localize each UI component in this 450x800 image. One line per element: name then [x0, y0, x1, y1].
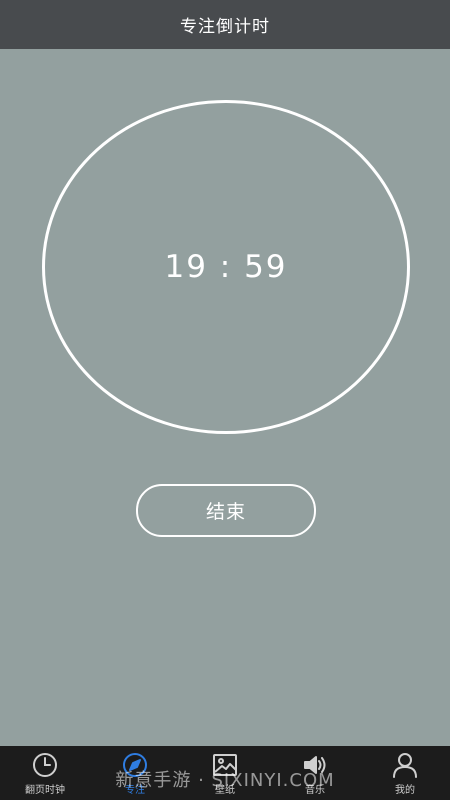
- image-icon: [210, 750, 240, 780]
- page-title: 专注倒计时: [180, 17, 270, 37]
- tab-label: 音乐: [305, 785, 325, 796]
- tab-label: 专注: [125, 785, 145, 796]
- speaker-icon: [300, 750, 330, 780]
- tab-label: 翻页时钟: [25, 785, 65, 796]
- screen: 专注倒计时 19 : 59 结束 翻页时钟 专注 壁纸 音乐 我的 新意手游 ·…: [0, 0, 450, 800]
- tab-flip-clock[interactable]: 翻页时钟: [0, 746, 90, 800]
- tab-label: 我的: [395, 785, 415, 796]
- bottom-tab-bar: 翻页时钟 专注 壁纸 音乐 我的: [0, 746, 450, 800]
- user-icon: [390, 750, 420, 780]
- timer-ring: 19 : 59: [42, 100, 410, 434]
- tab-music[interactable]: 音乐: [270, 746, 360, 800]
- title-bar: 专注倒计时: [0, 0, 450, 49]
- tab-label: 壁纸: [215, 785, 235, 796]
- compass-icon: [120, 750, 150, 780]
- tab-profile[interactable]: 我的: [360, 746, 450, 800]
- tab-focus[interactable]: 专注: [90, 746, 180, 800]
- clock-icon: [30, 750, 60, 780]
- end-button[interactable]: 结束: [136, 484, 316, 537]
- tab-wallpaper[interactable]: 壁纸: [180, 746, 270, 800]
- countdown-display: 19 : 59: [164, 249, 288, 285]
